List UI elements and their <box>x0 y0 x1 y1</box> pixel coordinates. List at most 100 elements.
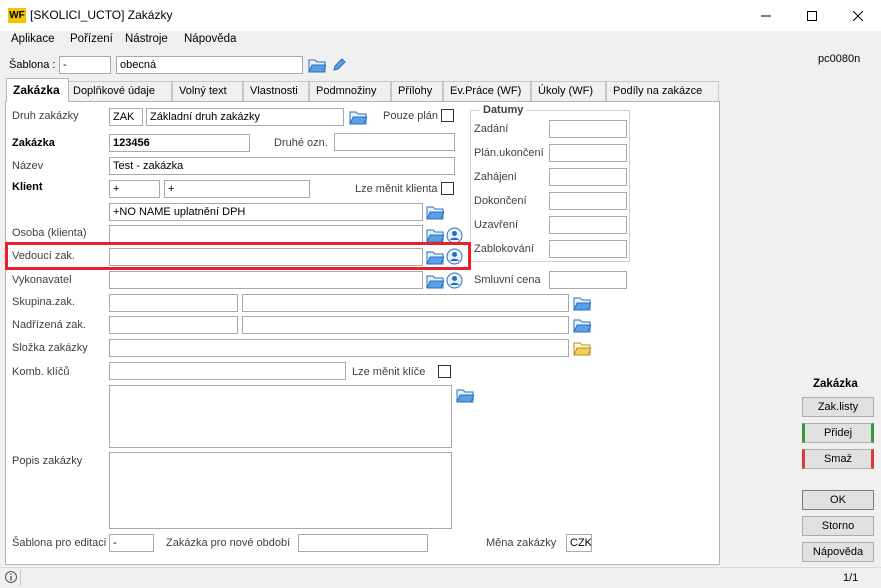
zakazka-label: Zakázka <box>12 137 55 149</box>
template-name-field[interactable]: obecná <box>116 56 303 74</box>
tab-volny-text[interactable]: Volný text <box>172 81 243 101</box>
klient-code2-field[interactable]: + <box>164 180 310 198</box>
app-logo: WF <box>8 8 26 23</box>
tab-ev-prace[interactable]: Ev.Práce (WF) <box>443 81 531 101</box>
vykonavatel-person-icon[interactable] <box>446 272 463 292</box>
vykonavatel-field[interactable] <box>109 271 423 289</box>
maximize-button[interactable] <box>789 0 835 31</box>
lze-menit-klice-label: Lze měnit klíče <box>352 366 426 378</box>
ok-button[interactable]: OK <box>802 490 874 510</box>
skupina-label: Skupina.zak. <box>12 296 75 308</box>
minimize-button[interactable] <box>743 0 789 31</box>
template-label: Šablona : <box>9 59 56 71</box>
smluvni-cena-label: Smluvní cena <box>474 274 541 286</box>
vykonavatel-label: Vykonavatel <box>12 274 72 286</box>
tab-podily[interactable]: Podíly na zakázce <box>606 81 719 101</box>
datumy-title: Datumy <box>480 104 527 116</box>
nazev-label: Název <box>12 160 44 172</box>
pouze-plan-checkbox[interactable] <box>441 109 454 122</box>
plan-ukonceni-field[interactable] <box>549 144 627 162</box>
tab-ukoly[interactable]: Úkoly (WF) <box>531 81 606 101</box>
tab-doplnkove-udaje[interactable]: Doplňkové údaje <box>66 81 172 101</box>
zakazka-field[interactable]: 123456 <box>109 134 250 152</box>
klient-label: Klient <box>12 181 43 193</box>
druh-code-field[interactable]: ZAK <box>109 108 143 126</box>
window-title: [SKOLICI_UCTO] Zakázky <box>30 8 173 22</box>
druh-folder-icon[interactable] <box>349 109 368 128</box>
nazev-field[interactable]: Test - zakázka <box>109 157 455 175</box>
smaz-button[interactable]: Smaž <box>802 449 874 469</box>
vykonavatel-folder-icon[interactable] <box>426 273 445 292</box>
popis-label: Popis zakázky <box>12 455 83 467</box>
slozka-folder-icon[interactable] <box>573 340 592 359</box>
lze-menit-klice-checkbox[interactable] <box>438 365 451 378</box>
tab-zakazka[interactable]: Zakázka <box>6 78 69 102</box>
komb-klicu-label: Komb. klíčů <box>12 366 70 378</box>
skupina-folder-icon[interactable] <box>573 295 592 314</box>
zahajeni-field[interactable] <box>549 168 627 186</box>
zadani-field[interactable] <box>549 120 627 138</box>
close-icon <box>853 10 863 21</box>
close-button[interactable] <box>835 0 881 31</box>
storno-button[interactable]: Storno <box>802 516 874 536</box>
nadrizena-label: Nadřízená zak. <box>12 319 86 331</box>
sablona-editace-field[interactable]: - <box>109 534 154 552</box>
zak-listy-button[interactable]: Zak.listy <box>802 397 874 417</box>
menu-aplikace[interactable]: Aplikace <box>11 33 54 45</box>
uzavreni-field[interactable] <box>549 216 627 234</box>
template-folder-icon[interactable] <box>308 57 327 76</box>
druh-name-field[interactable]: Základní druh zakázky <box>146 108 344 126</box>
status-bar <box>0 567 881 588</box>
form-id: pc0080n <box>818 53 861 65</box>
komb-klicu-textarea[interactable] <box>109 385 452 448</box>
zadani-label: Zadání <box>474 123 509 135</box>
skupina-code-field[interactable] <box>109 294 238 312</box>
lze-menit-klienta-checkbox[interactable] <box>441 182 454 195</box>
skupina-name-field[interactable] <box>242 294 569 312</box>
klient-folder-icon[interactable] <box>426 204 445 223</box>
druh-label: Druh zakázky <box>12 110 79 122</box>
klient-name-field[interactable]: +NO NAME uplatnění DPH <box>109 203 423 221</box>
osoba-label: Osoba (klienta) <box>12 227 87 239</box>
napoveda-button[interactable]: Nápověda <box>802 542 874 562</box>
komb-klicu-folder-icon[interactable] <box>456 387 475 406</box>
plan-ukonceni-label: Plán.ukončení <box>474 147 544 159</box>
zahajeni-label: Zahájení <box>474 171 517 183</box>
info-icon <box>5 571 17 586</box>
osoba-field[interactable] <box>109 225 423 243</box>
tab-podmnoziny[interactable]: Podmnožiny <box>309 81 391 101</box>
template-code-field[interactable]: - <box>59 56 111 74</box>
smluvni-cena-field[interactable] <box>549 271 627 289</box>
nadrizena-code-field[interactable] <box>109 316 238 334</box>
sablona-editace-label: Šablona pro editaci <box>12 537 107 549</box>
popis-textarea[interactable] <box>109 452 452 529</box>
pridej-button[interactable]: Přidej <box>802 423 874 443</box>
komb-klicu-field[interactable] <box>109 362 346 380</box>
menu-nastroje[interactable]: Nástroje <box>125 33 168 45</box>
slozka-field[interactable] <box>109 339 569 357</box>
nadrizena-folder-icon[interactable] <box>573 317 592 336</box>
mena-field[interactable]: CZK <box>566 534 592 552</box>
zakazka-nove-obdobi-label: Zakázka pro nové období <box>166 537 291 549</box>
klient-code1-field[interactable]: + <box>109 180 160 198</box>
page-counter: 1/1 <box>843 572 859 584</box>
dokonceni-label: Dokončení <box>474 195 527 207</box>
menu-napoveda[interactable]: Nápověda <box>184 33 236 45</box>
side-panel-title: Zakázka <box>813 378 858 390</box>
zablokovani-label: Zablokování <box>474 243 534 255</box>
dokonceni-field[interactable] <box>549 192 627 210</box>
nadrizena-name-field[interactable] <box>242 316 569 334</box>
zablokovani-field[interactable] <box>549 240 627 258</box>
lze-menit-klienta-label: Lze měnit klienta <box>355 183 438 195</box>
slozka-label: Složka zakázky <box>12 342 88 354</box>
menu-porizeni[interactable]: Pořízení <box>70 33 113 45</box>
druhe-ozn-label: Druhé ozn. <box>274 137 328 149</box>
tab-prilohy[interactable]: Přílohy <box>391 81 443 101</box>
maximize-icon <box>807 10 817 21</box>
vedouci-highlight-box <box>5 242 471 270</box>
uzavreni-label: Uzavření <box>474 219 519 231</box>
edit-pencil-icon[interactable] <box>332 58 346 75</box>
tab-vlastnosti[interactable]: Vlastnosti <box>243 81 309 101</box>
zakazka-nove-obdobi-field[interactable] <box>298 534 428 552</box>
druhe-ozn-field[interactable] <box>334 133 455 151</box>
